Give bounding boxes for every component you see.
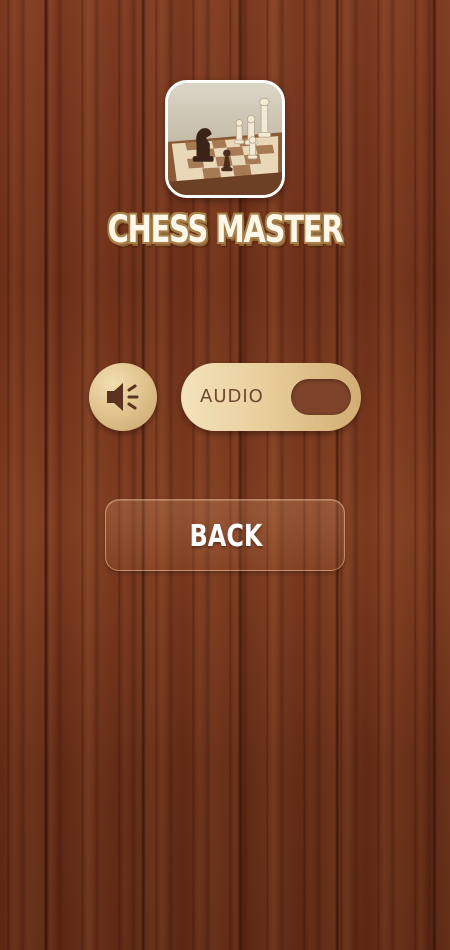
app-logo-icon	[165, 80, 285, 198]
audio-toggle-switch[interactable]	[291, 379, 351, 415]
audio-toggle[interactable]: AUDIO	[181, 363, 361, 431]
app-title: CHESS MASTER	[107, 208, 344, 251]
sound-toggle-button[interactable]	[89, 363, 157, 431]
back-button[interactable]: BACK	[105, 499, 345, 571]
back-button-label: BACK	[189, 519, 263, 554]
speaker-icon	[107, 383, 139, 411]
audio-toggle-label: AUDIO	[200, 386, 264, 407]
